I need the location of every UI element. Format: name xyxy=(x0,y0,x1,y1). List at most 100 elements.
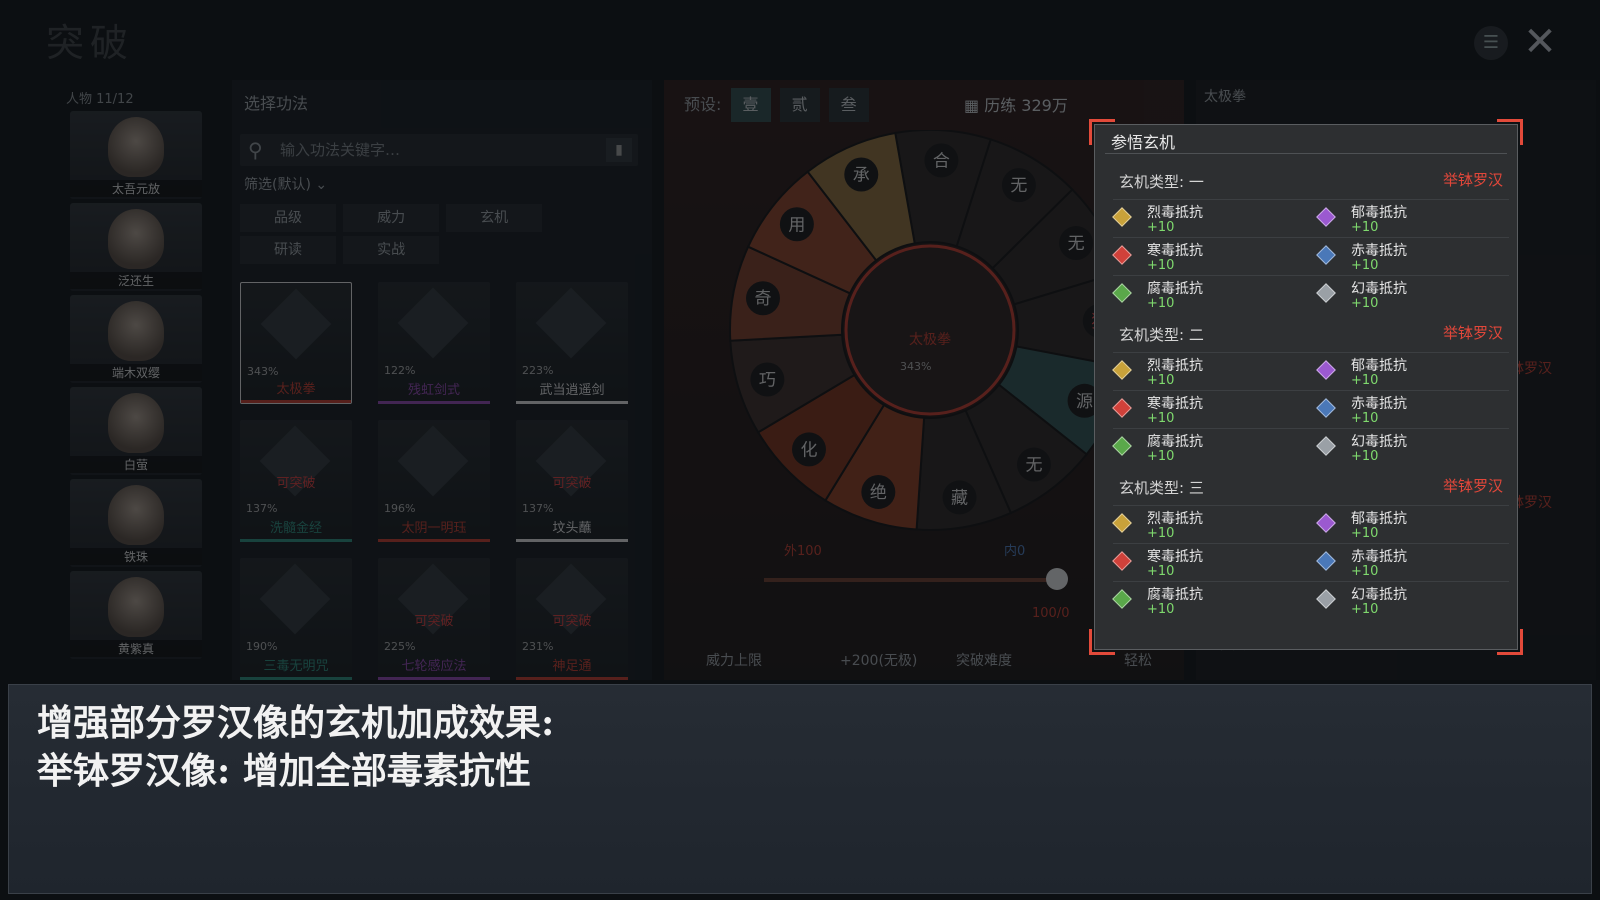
technique-tile[interactable]: 122% 残虹剑式 xyxy=(378,282,490,404)
technique-tile[interactable]: 223% 武当逍遥剑 xyxy=(516,282,628,404)
technique-grade-bar xyxy=(378,401,490,404)
attribute-name: 寒毒抵抗 xyxy=(1147,549,1203,565)
character-count: 人物 11/12 xyxy=(66,92,134,107)
detail-title: 太极拳 xyxy=(1204,89,1246,105)
attribute-item: 赤毒抵抗 +10 xyxy=(1316,240,1507,274)
technique-tile[interactable]: 可突破 225% 七轮感应法 xyxy=(378,558,490,680)
character-name: 黄紫真 xyxy=(70,640,202,657)
technique-name: 太极拳 xyxy=(276,382,316,397)
arhat-tag: 举钵罗汉 xyxy=(1442,171,1503,189)
attribute-name: 腐毒抵抗 xyxy=(1147,281,1203,297)
filter-dropdown[interactable]: 筛选(默认) ⌄ xyxy=(244,174,327,194)
attribute-item: 郁毒抵抗 +10 xyxy=(1316,355,1507,389)
character-portrait xyxy=(108,117,164,177)
attribute-item: 幻毒抵抗 +10 xyxy=(1316,278,1507,312)
attribute-name: 幻毒抵抗 xyxy=(1351,587,1407,603)
attribute-name: 郁毒抵抗 xyxy=(1351,205,1407,221)
character-card[interactable]: 泛还生 xyxy=(70,203,202,291)
technique-grade-bar xyxy=(378,677,490,680)
subtitle-banner: 增强部分罗汉像的玄机加成效果: 举钵罗汉像: 增加全部毒素抗性 xyxy=(8,684,1592,894)
preset-button-1[interactable]: 壹 xyxy=(730,88,771,122)
filter-label: 筛选(默认) xyxy=(244,177,311,193)
attribute-value: +10 xyxy=(1147,449,1175,464)
technique-name: 神足通 xyxy=(552,659,592,674)
sort-practice-button[interactable]: 实战 xyxy=(343,236,440,264)
technique-name: 武当逍遥剑 xyxy=(539,383,605,398)
attribute-value: +10 xyxy=(1351,411,1379,426)
wheel-center[interactable] xyxy=(844,244,1016,416)
slider-track[interactable] xyxy=(764,578,1054,582)
poison-type-icon xyxy=(1316,360,1336,380)
attribute-item: 寒毒抵抗 +10 xyxy=(1112,240,1303,274)
technique-wheel[interactable]: 合无无独源无藏绝化巧奇用承太极拳343% xyxy=(720,130,1100,550)
sort-power-button[interactable]: 威力 xyxy=(343,204,440,232)
attribute-row: 烈毒抵抗 +10 郁毒抵抗 +10 xyxy=(1112,505,1509,543)
poison-type-icon xyxy=(1316,436,1336,456)
attribute-value: +10 xyxy=(1351,296,1379,311)
character-card[interactable]: 白萤 xyxy=(70,387,202,475)
preset-button-2[interactable]: 贰 xyxy=(779,88,820,122)
technique-tile[interactable]: 343% 太极拳 xyxy=(240,282,352,404)
breakable-label: 可突破 xyxy=(552,614,592,629)
technique-percent: 225% xyxy=(384,640,416,653)
attribute-item: 烈毒抵抗 +10 xyxy=(1112,508,1303,542)
technique-tile[interactable]: 可突破 137% 坟头蘸 xyxy=(516,420,628,542)
subtitle-line-1: 增强部分罗汉像的玄机加成效果: xyxy=(37,702,555,744)
character-card[interactable]: 黄紫真 xyxy=(70,571,202,659)
close-icon[interactable]: ✕ xyxy=(1520,22,1560,62)
sort-mystery-button[interactable]: 玄机 xyxy=(446,204,543,232)
wheel-center-label: 太极拳 xyxy=(909,332,951,348)
slider-thumb[interactable] xyxy=(1046,568,1068,590)
book-icon[interactable]: ☰ xyxy=(1474,26,1508,60)
power-cap-label: 威力上限 xyxy=(706,653,762,669)
character-name: 太吾元放 xyxy=(70,180,202,197)
technique-grade-bar xyxy=(516,401,628,404)
attribute-name: 赤毒抵抗 xyxy=(1351,396,1407,412)
character-card[interactable]: 端木双缨 xyxy=(70,295,202,383)
attribute-name: 烈毒抵抗 xyxy=(1147,511,1203,527)
technique-percent: 122% xyxy=(384,364,416,377)
search-input[interactable] xyxy=(280,140,580,160)
attribute-name: 寒毒抵抗 xyxy=(1147,396,1203,412)
preset-button-3[interactable]: 叁 xyxy=(828,88,869,122)
technique-tile[interactable]: 可突破 231% 神足通 xyxy=(516,558,628,680)
attribute-item: 郁毒抵抗 +10 xyxy=(1316,202,1507,236)
wheel-segment-label: 绝 xyxy=(870,483,887,503)
attribute-name: 腐毒抵抗 xyxy=(1147,434,1203,450)
technique-tile[interactable]: 196% 太阴一明珏 xyxy=(378,420,490,542)
poison-type-icon xyxy=(1112,283,1132,303)
scroll-icon: ▦ xyxy=(964,96,980,115)
section-header: 玄机类型: 一 举钵罗汉 xyxy=(1113,163,1509,199)
poison-type-icon xyxy=(1112,436,1132,456)
technique-tile[interactable]: 190% 三毒无明咒 xyxy=(240,558,352,680)
section-title: 玄机类型: 一 xyxy=(1119,173,1204,191)
character-name: 端木双缨 xyxy=(70,364,202,381)
character-card[interactable]: 铁珠 xyxy=(70,479,202,567)
attribute-row: 寒毒抵抗 +10 赤毒抵抗 +10 xyxy=(1112,543,1509,581)
attribute-row: 寒毒抵抗 +10 赤毒抵抗 +10 xyxy=(1112,390,1509,428)
sort-grade-button[interactable]: 品级 xyxy=(240,204,336,232)
clear-button[interactable]: ▮ xyxy=(606,138,632,162)
attribute-item: 寒毒抵抗 +10 xyxy=(1112,546,1303,580)
wheel-segment-label: 承 xyxy=(853,166,870,186)
attribute-item: 幻毒抵抗 +10 xyxy=(1316,431,1507,465)
preset-bar: 预设: 壹 贰 叁 xyxy=(684,88,869,122)
search-icon: ⚲ xyxy=(248,138,263,162)
preset-label: 预设: xyxy=(684,95,722,114)
section-header: 玄机类型: 二 举钵罗汉 xyxy=(1113,316,1509,352)
attribute-value: +10 xyxy=(1147,296,1175,311)
poison-type-icon xyxy=(1112,245,1132,265)
breakable-label: 可突破 xyxy=(276,476,316,491)
sort-study-button[interactable]: 研读 xyxy=(240,236,336,264)
character-card[interactable]: 太吾元放 xyxy=(70,111,202,199)
technique-grade-bar xyxy=(240,539,352,542)
section-title: 玄机类型: 三 xyxy=(1119,479,1204,497)
wheel-segment-label: 奇 xyxy=(754,289,771,309)
technique-tile[interactable]: 可突破 137% 洗髓金经 xyxy=(240,420,352,542)
poison-type-icon xyxy=(1112,513,1132,533)
chevron-down-icon: ⌄ xyxy=(315,177,328,193)
sort-buttons: 品级 威力 玄机 研读 实战 xyxy=(240,204,640,268)
character-name: 白萤 xyxy=(70,456,202,473)
attribute-value: +10 xyxy=(1351,526,1379,541)
technique-panel: 选择功法 ⚲ ▮ 筛选(默认) ⌄ 品级 威力 玄机 研读 实战 343% 太极拳… xyxy=(232,80,652,680)
